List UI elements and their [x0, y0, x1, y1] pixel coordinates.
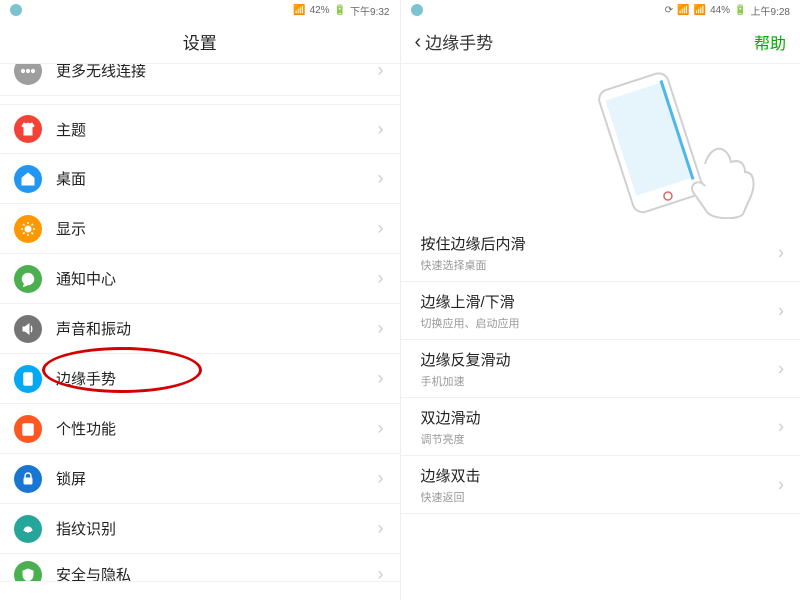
speaker-icon: [14, 315, 42, 343]
row-sound[interactable]: 声音和振动 ›: [0, 304, 400, 354]
row-title: 边缘上滑/下滑: [421, 291, 785, 312]
nav-bar-right: ‹ 边缘手势 帮助: [401, 20, 800, 64]
row-sub: 快速选择桌面: [421, 257, 785, 273]
app-badge-icon: [411, 4, 423, 16]
signal-icon: 📶: [293, 5, 305, 16]
gesture-illustration: [401, 64, 800, 224]
row-security[interactable]: 安全与隐私 ›: [0, 554, 400, 582]
row-more-wireless[interactable]: 更多无线连接 ›: [0, 64, 400, 96]
row-title: 双边滑动: [421, 407, 785, 428]
settings-list[interactable]: 更多无线连接 › 主题 › 桌面 › 显示 › 通知中心 ›: [0, 64, 400, 600]
edge-gesture-pane: ⟳ 📶 📶 44% 🔋 上午9:28 ‹ 边缘手势 帮助: [401, 0, 800, 600]
row-sub: 快速返回: [421, 489, 785, 505]
status-bar-right: ⟳ 📶 📶 44% 🔋 上午9:28: [401, 0, 800, 20]
row-label: 通知中心: [56, 268, 378, 289]
chevron-left-icon: ‹: [415, 32, 422, 52]
chevron-right-icon: ›: [378, 64, 384, 81]
fingerprint-icon: [14, 515, 42, 543]
row-display[interactable]: 显示 ›: [0, 204, 400, 254]
chevron-right-icon: ›: [778, 242, 784, 263]
dots-icon: [14, 64, 42, 85]
row-label: 更多无线连接: [56, 64, 378, 81]
gesture-list[interactable]: 按住边缘后内滑 快速选择桌面 › 边缘上滑/下滑 切换应用、启动应用 › 边缘反…: [401, 224, 800, 600]
row-label: 锁屏: [56, 468, 378, 489]
row-notification[interactable]: 通知中心 ›: [0, 254, 400, 304]
row-lockscreen[interactable]: 锁屏 ›: [0, 454, 400, 504]
chevron-right-icon: ›: [378, 168, 384, 189]
row-label: 个性功能: [56, 418, 378, 439]
chevron-right-icon: ›: [378, 218, 384, 239]
wifi-icon: 📶: [677, 5, 689, 16]
chevron-right-icon: ›: [378, 368, 384, 389]
chevron-right-icon: ›: [778, 474, 784, 495]
clock: 上午9:28: [751, 3, 790, 18]
app-badge-icon: [10, 4, 22, 16]
row-label: 主题: [56, 119, 378, 140]
status-bar-left: 📶 42% 🔋 下午9:32: [0, 0, 400, 20]
battery-icon: 🔋: [334, 5, 346, 16]
row-theme[interactable]: 主题 ›: [0, 104, 400, 154]
chevron-right-icon: ›: [378, 318, 384, 339]
row-double-edge[interactable]: 双边滑动 调节亮度 ›: [401, 398, 800, 456]
chevron-right-icon: ›: [378, 518, 384, 539]
back-button[interactable]: ‹ 边缘手势: [415, 29, 494, 54]
row-label: 声音和振动: [56, 318, 378, 339]
sync-icon: ⟳: [665, 5, 673, 16]
chevron-right-icon: ›: [378, 119, 384, 140]
nav-bar-left: 设置: [0, 20, 400, 64]
phone-icon: [14, 365, 42, 393]
clock: 下午9:32: [350, 3, 389, 18]
row-label: 指纹识别: [56, 518, 378, 539]
chevron-right-icon: ›: [378, 468, 384, 489]
lock-icon: [14, 465, 42, 493]
shield-icon: [14, 561, 42, 583]
row-desktop[interactable]: 桌面 ›: [0, 154, 400, 204]
row-title: 按住边缘后内滑: [421, 233, 785, 254]
row-label: 安全与隐私: [56, 564, 378, 582]
row-label: 显示: [56, 218, 378, 239]
row-hold-edge-slide[interactable]: 按住边缘后内滑 快速选择桌面 ›: [401, 224, 800, 282]
row-title: 边缘反复滑动: [421, 349, 785, 370]
row-sub: 手机加速: [421, 373, 785, 389]
home-icon: [14, 165, 42, 193]
chevron-right-icon: ›: [778, 300, 784, 321]
chevron-right-icon: ›: [378, 268, 384, 289]
chevron-right-icon: ›: [378, 564, 384, 582]
chevron-right-icon: ›: [378, 418, 384, 439]
page-title: 设置: [183, 29, 217, 54]
help-button[interactable]: 帮助: [754, 30, 786, 54]
signal-icon: 📶: [694, 5, 706, 16]
row-personality[interactable]: 个性功能 ›: [0, 404, 400, 454]
row-label: 桌面: [56, 168, 378, 189]
row-edge-repeat[interactable]: 边缘反复滑动 手机加速 ›: [401, 340, 800, 398]
row-title: 边缘双击: [421, 465, 785, 486]
row-edge-updown[interactable]: 边缘上滑/下滑 切换应用、启动应用 ›: [401, 282, 800, 340]
row-sub: 切换应用、启动应用: [421, 315, 785, 331]
settings-pane: 📶 42% 🔋 下午9:32 设置 更多无线连接 › 主题 › 桌面 ›: [0, 0, 401, 600]
row-edge-doubletap[interactable]: 边缘双击 快速返回 ›: [401, 456, 800, 514]
row-sub: 调节亮度: [421, 431, 785, 447]
battery-pct: 42%: [310, 5, 330, 16]
chevron-right-icon: ›: [778, 358, 784, 379]
chevron-right-icon: ›: [778, 416, 784, 437]
battery-pct: 44%: [710, 5, 730, 16]
nav-back-label: 边缘手势: [425, 29, 493, 54]
chat-icon: [14, 265, 42, 293]
row-edge-gesture[interactable]: 边缘手势 ›: [0, 354, 400, 404]
sun-icon: [14, 215, 42, 243]
star-icon: [14, 415, 42, 443]
phone-gesture-icon: [520, 69, 780, 219]
row-label: 边缘手势: [56, 368, 378, 389]
shirt-icon: [14, 115, 42, 143]
row-fingerprint[interactable]: 指纹识别 ›: [0, 504, 400, 554]
battery-icon: 🔋: [734, 5, 746, 16]
